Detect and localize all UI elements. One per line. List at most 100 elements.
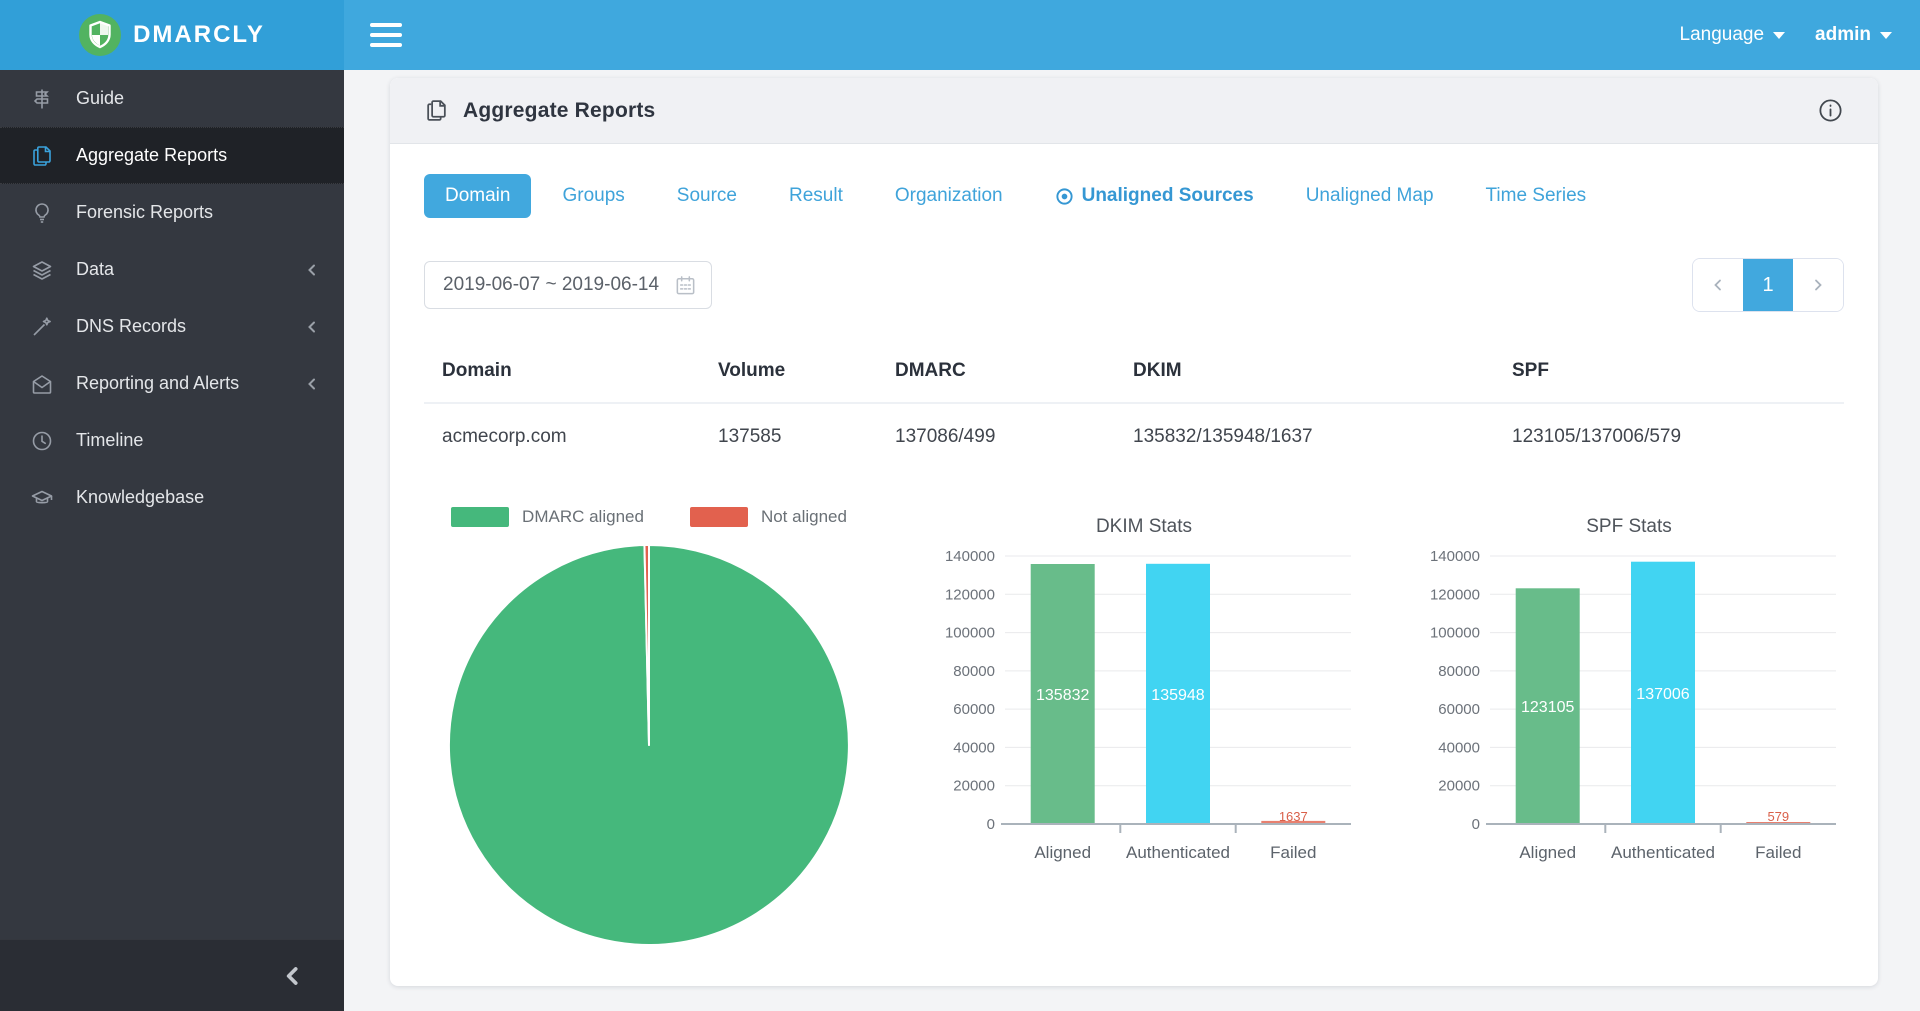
clock-icon — [30, 429, 54, 453]
svg-text:140000: 140000 — [945, 548, 995, 565]
mail-open-icon — [30, 372, 54, 396]
svg-text:135832: 135832 — [1036, 687, 1089, 704]
svg-text:120000: 120000 — [945, 586, 995, 603]
sidebar-item-label: Reporting and Alerts — [76, 373, 239, 394]
col-volume: Volume — [700, 360, 877, 382]
sidebar: Guide Aggregate Reports Forensic Reports… — [0, 70, 344, 1011]
svg-text:Aligned: Aligned — [1034, 843, 1091, 862]
caret-down-icon — [1773, 32, 1785, 39]
pagination-next-button[interactable] — [1793, 259, 1843, 311]
cell-dmarc: 137086/499 — [877, 426, 1115, 448]
col-dmarc: DMARC — [877, 360, 1115, 382]
aggregate-reports-card: Aggregate Reports Domain Groups Source R… — [390, 78, 1878, 986]
wand-icon — [30, 315, 54, 339]
collapse-left-icon — [280, 963, 306, 989]
svg-text:20000: 20000 — [1438, 778, 1480, 795]
top-bar-main: Language admin — [344, 0, 1920, 70]
dmarc-pie-panel: DMARC aligned Not aligned — [424, 504, 874, 953]
sidebar-item-dns-records[interactable]: DNS Records — [0, 298, 344, 355]
chart-title: DKIM Stats — [929, 516, 1359, 540]
col-spf: SPF — [1494, 360, 1844, 382]
hamburger-menu-icon[interactable] — [370, 23, 402, 47]
sidebar-collapse-button[interactable] — [0, 939, 344, 1011]
svg-text:100000: 100000 — [945, 625, 995, 642]
legend-swatch — [690, 507, 748, 527]
tab-unaligned-sources[interactable]: Unaligned Sources — [1034, 174, 1275, 218]
brand-logo[interactable]: DMARCLY — [0, 0, 344, 70]
sidebar-item-data[interactable]: Data — [0, 241, 344, 298]
svg-text:100000: 100000 — [1430, 625, 1480, 642]
spf-stats-panel: SPF Stats 020000400006000080000100000120… — [1414, 504, 1844, 953]
pagination: 1 — [1692, 258, 1844, 312]
tab-domain[interactable]: Domain — [424, 174, 531, 218]
sidebar-item-timeline[interactable]: Timeline — [0, 412, 344, 469]
sidebar-item-aggregate-reports[interactable]: Aggregate Reports — [0, 127, 344, 184]
signpost-icon — [30, 87, 54, 111]
tab-source[interactable]: Source — [656, 174, 758, 218]
sidebar-item-forensic-reports[interactable]: Forensic Reports — [0, 184, 344, 241]
table-header-row: Domain Volume DMARC DKIM SPF — [424, 340, 1844, 404]
table-row[interactable]: acmecorp.com 137585 137086/499 135832/13… — [424, 404, 1844, 470]
legend-dmarc-aligned[interactable]: DMARC aligned — [451, 507, 644, 527]
svg-text:579: 579 — [1767, 809, 1789, 824]
tab-organization[interactable]: Organization — [874, 174, 1024, 218]
svg-text:1637: 1637 — [1279, 809, 1308, 824]
sidebar-item-label: Data — [76, 259, 114, 280]
pagination-page-1[interactable]: 1 — [1743, 259, 1793, 311]
svg-text:Authenticated: Authenticated — [1611, 843, 1715, 862]
calendar-icon — [674, 274, 697, 297]
top-bar: DMARCLY Language admin — [0, 0, 1920, 70]
layers-icon — [30, 258, 54, 282]
svg-text:140000: 140000 — [1430, 548, 1480, 565]
svg-text:60000: 60000 — [953, 701, 995, 718]
tab-result[interactable]: Result — [768, 174, 864, 218]
user-dropdown[interactable]: admin — [1815, 24, 1892, 46]
svg-text:20000: 20000 — [953, 778, 995, 795]
svg-text:Authenticated: Authenticated — [1126, 843, 1230, 862]
chevron-left-icon — [304, 262, 320, 278]
cell-spf: 123105/137006/579 — [1494, 426, 1844, 448]
tab-unaligned-map[interactable]: Unaligned Map — [1285, 174, 1455, 218]
report-tabs: Domain Groups Source Result Organization… — [424, 174, 1844, 218]
sidebar-item-guide[interactable]: Guide — [0, 70, 344, 127]
svg-text:Failed: Failed — [1755, 843, 1801, 862]
page-title: Aggregate Reports — [463, 99, 655, 123]
svg-text:40000: 40000 — [1438, 739, 1480, 756]
svg-text:60000: 60000 — [1438, 701, 1480, 718]
charts-row: DMARC aligned Not aligned DKIM Stats 0 20… — [424, 504, 1844, 953]
chevron-left-icon — [304, 376, 320, 392]
chevron-left-icon — [304, 319, 320, 335]
col-domain: Domain — [424, 360, 700, 382]
pie-legend: DMARC aligned Not aligned — [424, 504, 874, 530]
sidebar-item-reporting-and-alerts[interactable]: Reporting and Alerts — [0, 355, 344, 412]
chevron-left-icon — [1710, 277, 1726, 293]
sidebar-item-label: Guide — [76, 88, 124, 109]
brand-name: DMARCLY — [133, 21, 265, 49]
date-range-input[interactable]: 2019-06-07 ~ 2019-06-14 — [424, 261, 712, 309]
card-body: Domain Groups Source Result Organization… — [390, 144, 1878, 953]
pagination-prev-button[interactable] — [1693, 259, 1743, 311]
sidebar-item-label: Timeline — [76, 430, 143, 451]
svg-text:Aligned: Aligned — [1519, 843, 1576, 862]
info-icon[interactable] — [1817, 97, 1844, 124]
svg-text:80000: 80000 — [953, 663, 995, 680]
svg-text:0: 0 — [987, 816, 995, 833]
main-content: Aggregate Reports Domain Groups Source R… — [344, 70, 1920, 1011]
documents-icon — [30, 144, 54, 168]
svg-text:0: 0 — [1472, 816, 1480, 833]
tab-groups[interactable]: Groups — [541, 174, 645, 218]
col-dkim: DKIM — [1115, 360, 1494, 382]
dkim-stats-panel: DKIM Stats 02000040000600008000010000012… — [929, 504, 1359, 953]
language-dropdown[interactable]: Language — [1680, 24, 1786, 46]
legend-not-aligned[interactable]: Not aligned — [690, 507, 847, 527]
sidebar-item-label: DNS Records — [76, 316, 186, 337]
legend-swatch — [451, 507, 509, 527]
sidebar-item-label: Knowledgebase — [76, 487, 204, 508]
tab-time-series[interactable]: Time Series — [1465, 174, 1608, 218]
sidebar-item-knowledgebase[interactable]: Knowledgebase — [0, 469, 344, 526]
dmarcly-shield-icon — [79, 14, 121, 56]
graduation-cap-icon — [30, 486, 54, 510]
card-header: Aggregate Reports — [390, 78, 1878, 144]
caret-down-icon — [1880, 32, 1892, 39]
domain-report-table: Domain Volume DMARC DKIM SPF acmecorp.co… — [424, 340, 1844, 470]
